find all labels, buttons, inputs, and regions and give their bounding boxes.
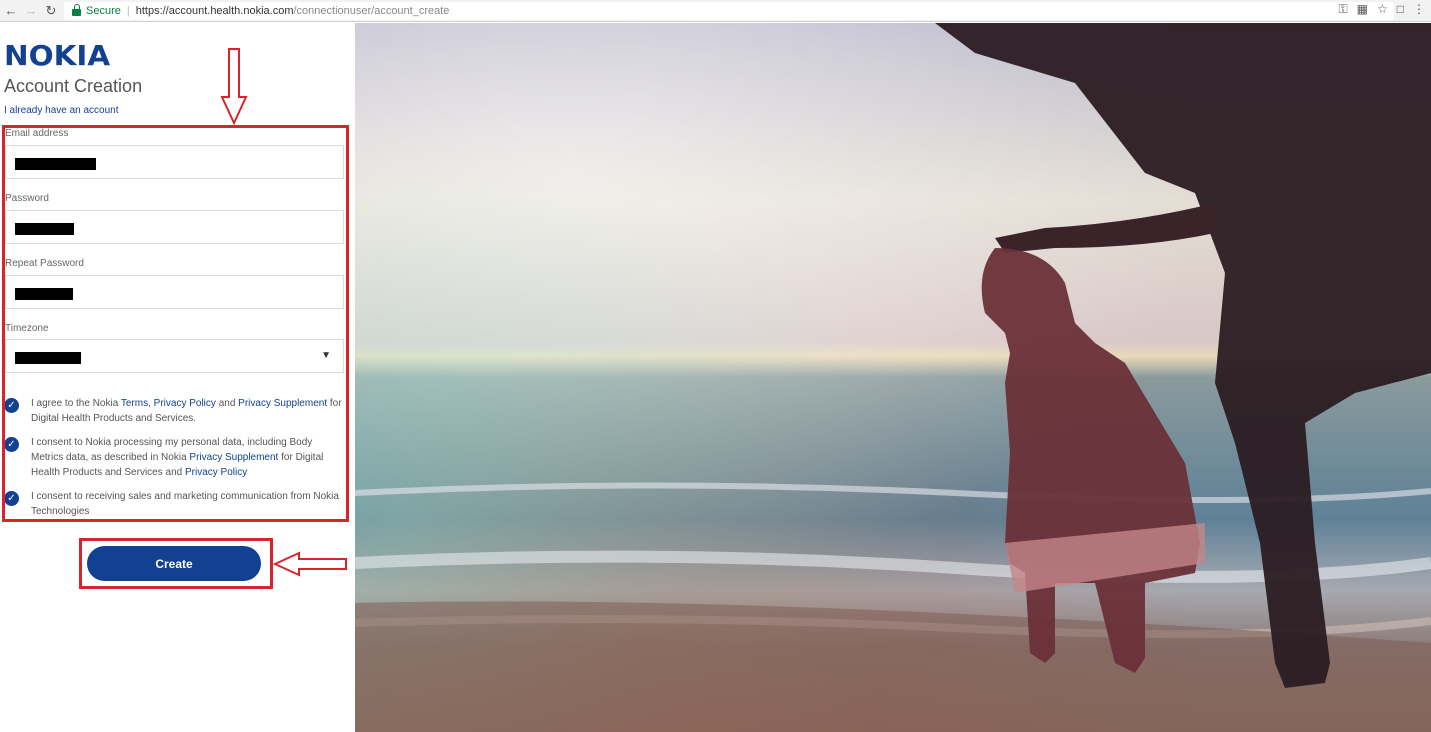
browser-toolbar: ← → ↻ Secure | https://account.health.no…: [0, 0, 1431, 22]
back-arrow-icon[interactable]: ←: [2, 2, 20, 20]
reload-icon[interactable]: ↻: [42, 2, 60, 20]
annotation-left-arrow-icon: [273, 551, 347, 577]
url-path: /connectionuser/account_create: [293, 5, 450, 17]
nokia-logo: NOKIA: [4, 39, 111, 72]
star-icon[interactable]: ☆: [1377, 2, 1388, 17]
have-account-link[interactable]: I already have an account: [4, 105, 119, 116]
key-icon[interactable]: ⚿: [1339, 2, 1348, 17]
menu-icon[interactable]: ⋮: [1413, 2, 1425, 17]
annotation-button-box: [79, 538, 273, 589]
secure-label: Secure: [86, 5, 121, 17]
account-form-panel: NOKIA Account Creation I already have an…: [0, 23, 355, 732]
extension-icon[interactable]: □: [1397, 2, 1404, 17]
annotation-form-box: [2, 125, 349, 522]
address-bar[interactable]: Secure | https://account.health.nokia.co…: [64, 2, 1394, 20]
forward-arrow-icon[interactable]: →: [22, 2, 40, 20]
url-separator: |: [126, 5, 130, 17]
annotation-down-arrow-icon: [220, 48, 248, 126]
lock-icon: [72, 3, 81, 16]
translate-icon[interactable]: ▦: [1357, 2, 1368, 17]
hero-image: [355, 23, 1431, 732]
page-title: Account Creation: [4, 76, 143, 96]
url-host: https://account.health.nokia.com: [135, 5, 294, 17]
